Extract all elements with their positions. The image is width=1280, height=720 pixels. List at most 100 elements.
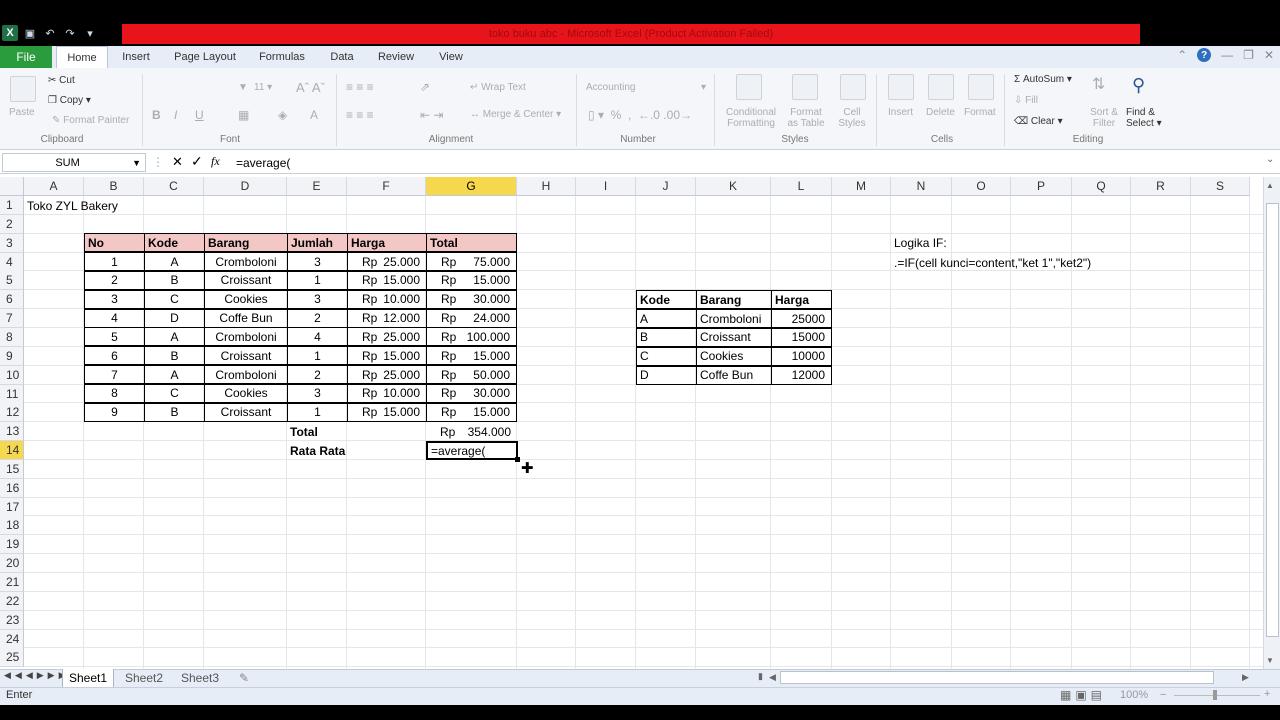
main-cell-r3-c1[interactable]: 3 <box>84 289 145 309</box>
main-cell-r9-c2[interactable]: B <box>144 402 205 422</box>
main-cell-r2-c4[interactable]: 1 <box>287 270 348 290</box>
sheet-tab-1[interactable]: Sheet1 <box>62 669 114 687</box>
header-no[interactable]: No <box>84 233 145 252</box>
main-cell-r2-c6[interactable]: Rp 15.000 <box>426 270 517 290</box>
lookup-cell-r1-c1[interactable]: A <box>636 309 697 328</box>
italic-icon[interactable]: I <box>174 108 177 122</box>
horizontal-scroll-thumb[interactable] <box>780 671 1214 684</box>
column-header-L[interactable]: L <box>771 177 832 196</box>
main-cell-r7-c5[interactable]: Rp 25.000 <box>347 365 427 385</box>
cell-styles-icon[interactable] <box>840 74 866 100</box>
main-cell-r6-c3[interactable]: Croissant <box>204 346 288 366</box>
main-cell-r5-c4[interactable]: 4 <box>287 327 348 347</box>
main-cell-r1-c5[interactable]: Rp 25.000 <box>347 252 427 271</box>
paste-button[interactable]: Paste <box>9 107 35 118</box>
row-header-14[interactable]: 14 <box>0 441 24 461</box>
active-cell-g14[interactable]: =average( <box>426 441 518 460</box>
align-left-icons[interactable]: ≡ ≡ ≡ <box>346 108 374 122</box>
select-all-corner[interactable] <box>0 177 24 196</box>
note-formula[interactable]: .=IF(cell kunci=content,"ket 1","ket2") <box>891 253 1131 272</box>
format-cells-icon[interactable] <box>968 74 994 100</box>
lookup-cell-r2-c3[interactable]: 15000 <box>771 327 832 347</box>
row-header-4[interactable]: 4 <box>0 252 24 272</box>
main-cell-r1-c1[interactable]: 1 <box>84 252 145 271</box>
conditional-formatting-button[interactable]: Conditional Formatting <box>722 107 780 129</box>
main-cell-r8-c2[interactable]: C <box>144 383 205 403</box>
cell-styles-button[interactable]: Cell Styles <box>834 107 870 129</box>
tab-home[interactable]: Home <box>56 46 108 68</box>
help-icon[interactable]: ? <box>1197 48 1212 62</box>
align-top-icons[interactable]: ≡ ≡ ≡ <box>346 80 374 94</box>
lookup-cell-r3-c2[interactable]: Cookies <box>696 346 772 366</box>
font-color-icon[interactable]: A <box>310 108 318 122</box>
sort-filter-button[interactable]: Sort & Filter <box>1090 107 1118 129</box>
zoom-in-icon[interactable]: + <box>1264 688 1270 700</box>
formula-input[interactable]: =average( <box>230 153 1264 172</box>
main-cell-r3-c3[interactable]: Cookies <box>204 289 288 309</box>
tab-insert[interactable]: Insert <box>114 46 158 68</box>
fill-handle[interactable] <box>515 457 520 462</box>
wrap-text-button[interactable]: ↵ Wrap Text <box>470 82 526 93</box>
main-cell-r1-c3[interactable]: Cromboloni <box>204 252 288 271</box>
lookup-header-kode[interactable]: Kode <box>636 290 697 309</box>
main-cell-r7-c2[interactable]: A <box>144 365 205 385</box>
format-painter-button[interactable]: ✎ Format Painter <box>52 115 129 126</box>
main-cell-r8-c5[interactable]: Rp 10.000 <box>347 383 427 403</box>
conditional-formatting-icon[interactable] <box>736 74 762 100</box>
row-header-3[interactable]: 3 <box>0 233 24 253</box>
lookup-cell-r1-c3[interactable]: 25000 <box>771 309 832 328</box>
average-label[interactable]: Rata Rata <box>287 441 367 460</box>
header-kode[interactable]: Kode <box>144 233 205 252</box>
lookup-header-harga[interactable]: Harga <box>771 290 832 309</box>
lookup-cell-r3-c1[interactable]: C <box>636 346 697 366</box>
total-label[interactable]: Total <box>287 422 347 441</box>
merge-center-button[interactable]: ↔ Merge & Center ▾ <box>470 109 561 120</box>
close-icon[interactable]: ✕ <box>1264 48 1274 62</box>
zoom-slider[interactable] <box>1174 695 1260 696</box>
main-cell-r6-c5[interactable]: Rp 15.000 <box>347 346 427 366</box>
underline-icon[interactable]: U <box>195 108 204 122</box>
format-as-table-button[interactable]: Format as Table <box>784 107 828 129</box>
row-header-19[interactable]: 19 <box>0 535 24 555</box>
main-cell-r2-c3[interactable]: Croissant <box>204 270 288 290</box>
orientation-icon[interactable]: ⇗ <box>420 80 430 94</box>
main-cell-r3-c6[interactable]: Rp 30.000 <box>426 289 517 309</box>
font-size-dropdown[interactable]: 11 ▾ <box>254 82 272 93</box>
column-header-M[interactable]: M <box>832 177 891 196</box>
note-title[interactable]: Logika IF: <box>891 233 1011 252</box>
main-cell-r1-c4[interactable]: 3 <box>287 252 348 271</box>
main-cell-r6-c6[interactable]: Rp 15.000 <box>426 346 517 366</box>
row-header-11[interactable]: 11 <box>0 384 24 404</box>
lookup-cell-r4-c1[interactable]: D <box>636 365 697 385</box>
main-cell-r4-c3[interactable]: Coffe Bun <box>204 308 288 328</box>
sheet-title[interactable]: Toko ZYL Bakery <box>24 196 144 215</box>
column-header-D[interactable]: D <box>204 177 287 196</box>
scroll-left-icon[interactable]: ◀ <box>769 672 776 683</box>
scroll-up-icon[interactable]: ▲ <box>1266 181 1274 190</box>
lookup-cell-r4-c2[interactable]: Coffe Bun <box>696 365 772 385</box>
insert-cells-icon[interactable] <box>888 74 914 100</box>
row-header-8[interactable]: 8 <box>0 327 24 347</box>
column-header-O[interactable]: O <box>952 177 1011 196</box>
redo-icon[interactable]: ↷ <box>62 25 78 41</box>
main-cell-r8-c1[interactable]: 8 <box>84 383 145 403</box>
main-cell-r5-c5[interactable]: Rp 25.000 <box>347 327 427 347</box>
column-header-S[interactable]: S <box>1191 177 1250 196</box>
main-cell-r2-c2[interactable]: B <box>144 270 205 290</box>
column-header-P[interactable]: P <box>1011 177 1072 196</box>
main-cell-r9-c5[interactable]: Rp 15.000 <box>347 402 427 422</box>
row-header-13[interactable]: 13 <box>0 422 24 442</box>
column-header-I[interactable]: I <box>576 177 636 196</box>
insert-cells-button[interactable]: Insert <box>888 107 913 118</box>
delete-cells-icon[interactable] <box>928 74 954 100</box>
column-header-A[interactable]: A <box>24 177 84 196</box>
main-cell-r5-c2[interactable]: A <box>144 327 205 347</box>
column-header-E[interactable]: E <box>287 177 347 196</box>
column-header-Q[interactable]: Q <box>1072 177 1131 196</box>
main-cell-r1-c2[interactable]: A <box>144 252 205 271</box>
sheet-tab-3[interactable]: Sheet3 <box>176 669 224 687</box>
main-cell-r8-c4[interactable]: 3 <box>287 383 348 403</box>
row-header-18[interactable]: 18 <box>0 516 24 536</box>
paste-icon[interactable] <box>10 76 36 102</box>
main-cell-r4-c4[interactable]: 2 <box>287 308 348 328</box>
